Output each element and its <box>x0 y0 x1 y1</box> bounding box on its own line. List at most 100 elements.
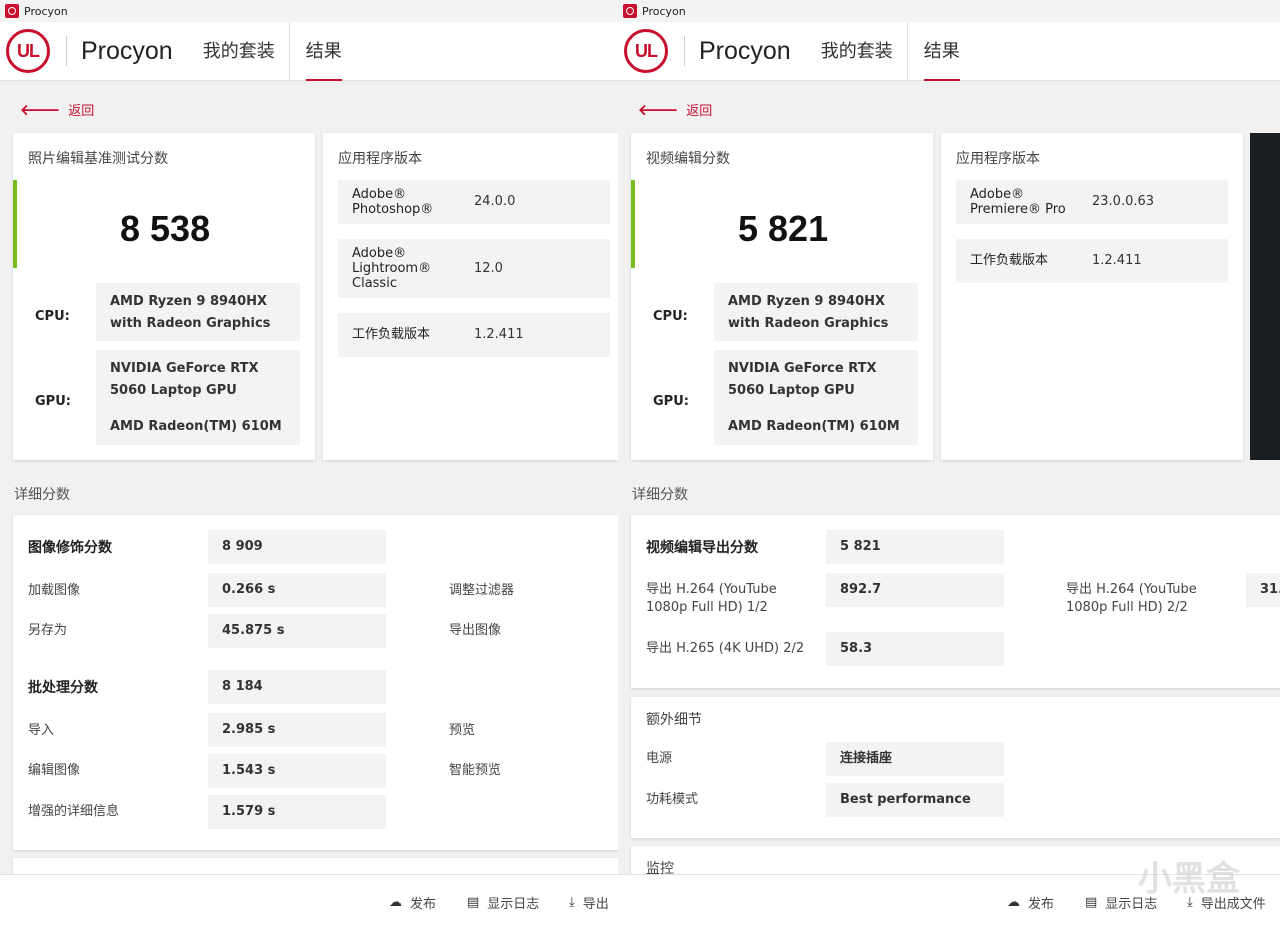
cloud-upload-icon: ☁ <box>389 895 402 910</box>
arrow-left-icon: 🡐 <box>638 101 679 119</box>
row-label: 图像修饰分数 <box>28 540 112 556</box>
left-window: Procyon UL Procyon 我的套装 结果 🡐 返回 照片编辑基准测试… <box>0 0 618 926</box>
procyon-app-icon <box>623 4 637 18</box>
version-app: 工作负载版本 <box>352 327 431 342</box>
export-label: 导出 <box>582 897 609 912</box>
version-number: 12.0 <box>474 261 503 276</box>
score-title: 视频编辑分数 <box>646 151 730 167</box>
row-value: 0.266 s <box>208 573 386 607</box>
version-app: Adobe® Photoshop® <box>352 187 434 217</box>
version-card: 应用程序版本 Adobe® Premiere® Pro 23.0.0.63 工作… <box>941 133 1243 460</box>
version-number: 1.2.411 <box>474 327 524 342</box>
version-row: Adobe® Photoshop® 24.0.0 <box>338 180 610 224</box>
gpu-value: NVIDIA GeForce RTX 5060 Laptop GPU AMD R… <box>96 350 300 445</box>
background-image-strip <box>1250 133 1280 460</box>
back-link[interactable]: 🡐 返回 <box>638 100 712 119</box>
overall-score: 8 538 <box>120 208 211 249</box>
publish-label: 发布 <box>410 897 437 912</box>
row-label-right: 导出图像 <box>449 623 502 638</box>
detail-card: 视频编辑导出分数 5 821 导出 H.264 (YouTube 1080p F… <box>631 515 1280 688</box>
version-card: 应用程序版本 Adobe® Photoshop® 24.0.0 Adobe® L… <box>323 133 618 460</box>
cpu-value: AMD Ryzen 9 8940HX with Radeon Graphics <box>714 283 918 341</box>
gpu-primary: NVIDIA GeForce RTX 5060 Laptop GPU <box>110 361 259 398</box>
row-label: 电源 <box>646 751 673 766</box>
window-title: Procyon <box>24 4 68 18</box>
score-card: 视频编辑分数 5 821 CPU: AMD Ryzen 9 8940HX wit… <box>631 133 933 460</box>
gpu-secondary: AMD Radeon(TM) 610M <box>728 419 900 434</box>
titlebar: Procyon <box>618 0 1280 22</box>
ul-logo[interactable]: UL <box>6 29 50 73</box>
row-label: 功耗模式 <box>646 792 699 807</box>
gpu-label: GPU: <box>653 394 689 409</box>
row-value: 5 821 <box>826 530 1004 564</box>
nav-divider <box>906 21 908 81</box>
app-header: UL Procyon 我的套装 结果 <box>0 21 618 81</box>
watermark: 小黑盒 <box>1138 859 1240 899</box>
row-value: 2.985 s <box>208 713 386 747</box>
extra-details-title: 额外细节 <box>646 712 702 728</box>
publish-label: 发布 <box>1028 897 1055 912</box>
download-icon: ⤓ <box>569 895 575 910</box>
row-label: 批处理分数 <box>28 680 98 696</box>
cloud-upload-icon: ☁ <box>1007 895 1020 910</box>
version-row: Adobe® Premiere® Pro 23.0.0.63 <box>956 180 1228 224</box>
version-title: 应用程序版本 <box>956 151 1040 167</box>
window-title: Procyon <box>642 4 686 18</box>
titlebar: Procyon <box>0 0 618 22</box>
row-value: 45.875 s <box>208 614 386 648</box>
version-app: Adobe® Lightroom® Classic <box>352 246 432 291</box>
version-app: 工作负载版本 <box>970 253 1049 268</box>
row-value: 8 184 <box>208 670 386 704</box>
nav-my-suites[interactable]: 我的套装 <box>821 22 893 81</box>
row-label: 增强的详细信息 <box>28 804 120 819</box>
procyon-app-icon <box>5 4 19 18</box>
publish-button[interactable]: ☁ 发布 <box>1007 893 1054 912</box>
brand-name: Procyon <box>66 36 173 66</box>
publish-button[interactable]: ☁ 发布 <box>389 893 436 912</box>
row-label: 编辑图像 <box>28 763 81 778</box>
gpu-value: NVIDIA GeForce RTX 5060 Laptop GPU AMD R… <box>714 350 918 445</box>
row-label-right: 导出 H.264 (YouTube 1080p Full HD) 2/2 <box>1066 582 1197 615</box>
version-number: 24.0.0 <box>474 194 516 209</box>
arrow-left-icon: 🡐 <box>20 101 61 119</box>
row-label: 视频编辑导出分数 <box>646 540 758 556</box>
detail-card: 图像修饰分数 8 909 加载图像 0.266 s 调整过滤器 另存为 45.8… <box>13 515 618 850</box>
document-icon: ▤ <box>467 895 480 910</box>
version-app: Adobe® Premiere® Pro <box>970 187 1066 217</box>
row-value: 58.3 <box>826 632 1004 666</box>
score-indicator-bar <box>13 180 17 268</box>
row-value: 1.579 s <box>208 795 386 829</box>
version-row: 工作负载版本 1.2.411 <box>956 239 1228 283</box>
app-header: UL Procyon 我的套装 结果 <box>618 21 1280 81</box>
gpu-secondary: AMD Radeon(TM) 610M <box>110 419 282 434</box>
version-row: 工作负载版本 1.2.411 <box>338 313 610 357</box>
export-button[interactable]: ⤓ 导出 <box>569 893 609 912</box>
version-title: 应用程序版本 <box>338 151 422 167</box>
overall-score: 5 821 <box>738 208 829 249</box>
ul-logo[interactable]: UL <box>624 29 668 73</box>
row-value: Best performance <box>826 783 1004 817</box>
nav-divider <box>288 21 290 81</box>
row-label: 另存为 <box>28 623 68 638</box>
document-icon: ▤ <box>1085 895 1098 910</box>
row-value: 连接插座 <box>826 742 1004 776</box>
row-label-right: 预览 <box>449 723 476 738</box>
row-value: 1.543 s <box>208 754 386 788</box>
row-label-right: 调整过滤器 <box>449 583 515 598</box>
back-label: 返回 <box>68 104 95 119</box>
right-window: Procyon UL Procyon 我的套装 结果 🡐 返回 视频编辑分数 5… <box>618 0 1280 926</box>
detail-section-title: 详细分数 <box>632 487 688 503</box>
footer-bar: ☁ 发布 ▤ 显示日志 ⤓ 导出 <box>0 874 618 926</box>
cpu-label: CPU: <box>35 309 70 324</box>
detail-section-title: 详细分数 <box>14 487 70 503</box>
extra-details-card: 额外细节 电源 连接插座 功耗模式 Best performance <box>631 697 1280 838</box>
show-log-button[interactable]: ▤ 显示日志 <box>467 893 539 912</box>
row-value: 8 909 <box>208 530 386 564</box>
version-number: 23.0.0.63 <box>1092 194 1155 209</box>
nav-my-suites[interactable]: 我的套装 <box>203 22 275 81</box>
row-label: 导出 H.265 (4K UHD) 2/2 <box>646 641 805 656</box>
nav-results[interactable]: 结果 <box>305 22 342 81</box>
show-log-label: 显示日志 <box>487 897 540 912</box>
back-link[interactable]: 🡐 返回 <box>20 100 94 119</box>
nav-results[interactable]: 结果 <box>923 22 960 81</box>
